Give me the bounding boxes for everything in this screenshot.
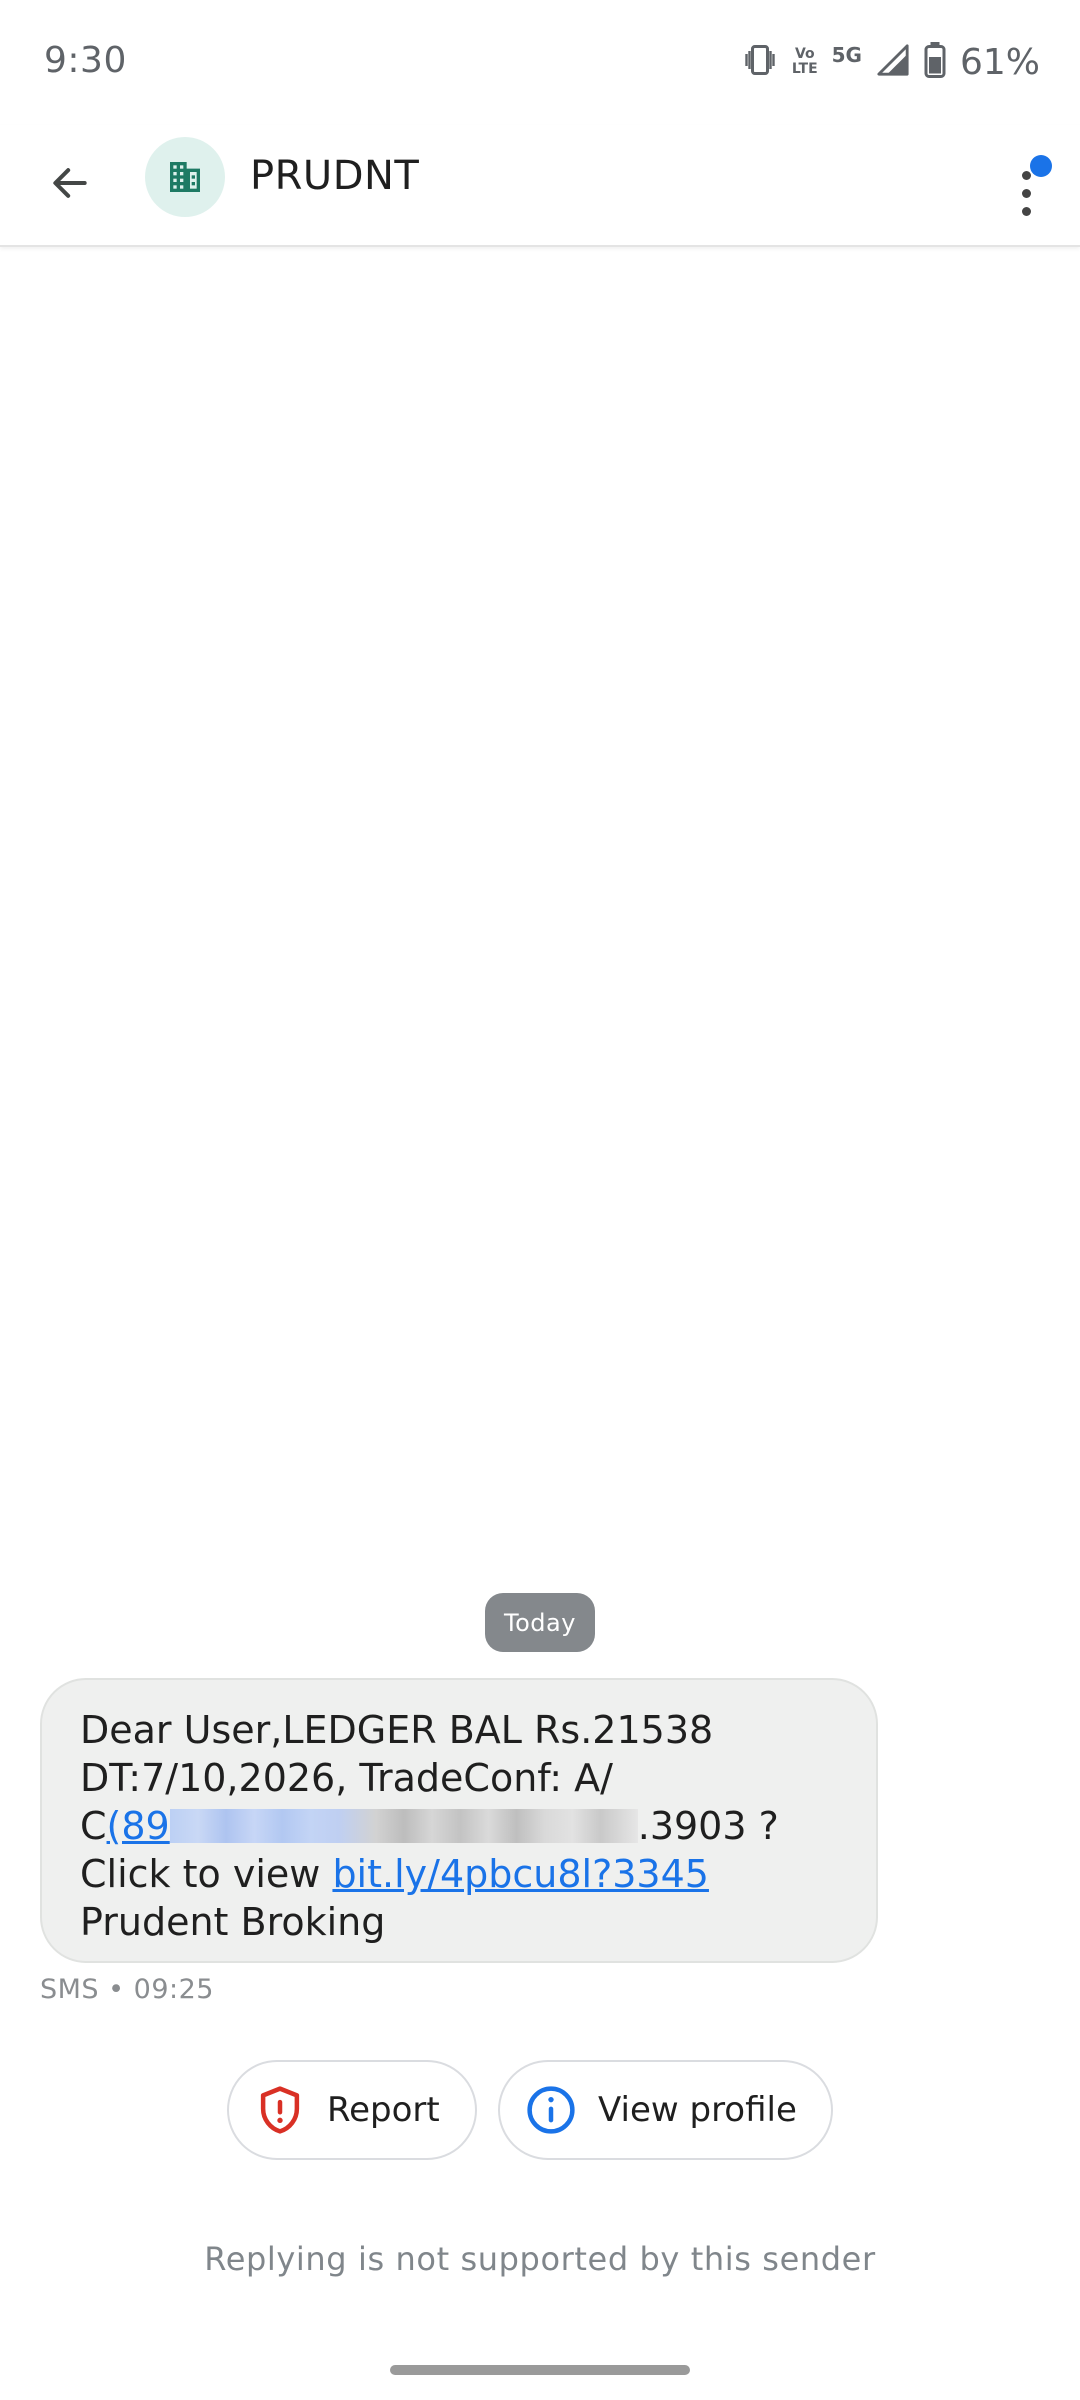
url-link[interactable]: bit.ly/4pbcu8l?3345 [332, 1852, 709, 1896]
business-building-icon [170, 162, 200, 192]
back-arrow-icon [53, 168, 87, 198]
signal-icon [876, 43, 910, 81]
battery-percent: 61% [959, 41, 1040, 83]
message-line: Prudent Broking [80, 1900, 386, 1944]
redacted-block [169, 1809, 638, 1843]
message-line: C(89 .3903 ? [80, 1802, 838, 1850]
status-icons: Vo LTE 5G 61% [742, 38, 1040, 86]
phone-link[interactable]: (89 [107, 1804, 170, 1848]
more-vert-icon-dot [1022, 189, 1031, 198]
app-bar: PRUDNT [0, 125, 1080, 247]
message-text: Click to view [80, 1852, 333, 1896]
sender-avatar[interactable] [145, 137, 225, 217]
vibrate-icon [742, 42, 778, 82]
message-text: C [80, 1804, 107, 1848]
date-chip: Today [485, 1593, 595, 1652]
shield-alert-icon [260, 2086, 300, 2134]
reply-not-supported-note: Replying is not supported by this sender [204, 2240, 876, 2278]
more-vert-icon-dot-bottom [1022, 207, 1031, 216]
volte-line1: Vo [794, 46, 815, 62]
message-line: Dear User,LEDGER BAL Rs.21538 [80, 1708, 714, 1752]
view-profile-button[interactable]: View profile [498, 2060, 833, 2160]
home-indicator[interactable] [390, 2365, 690, 2375]
back-button[interactable] [38, 151, 102, 215]
notification-dot [1030, 155, 1052, 177]
battery-icon [924, 42, 946, 82]
volte-line2: LTE [791, 61, 818, 77]
more-options-button[interactable] [996, 145, 1056, 225]
message-line: Click to view bit.ly/4pbcu8l?3345 [80, 1850, 838, 1898]
message-line: DT:7/10,2026, TradeConf: A/ [80, 1756, 613, 1800]
more-vert-icon [1022, 171, 1031, 180]
volte-icon: Vo LTE [792, 47, 818, 77]
status-bar: 9:30 Vo LTE 5G 61% [0, 0, 1080, 125]
sender-name[interactable]: PRUDNT [250, 153, 419, 199]
message-meta: SMS • 09:25 [40, 1974, 214, 2005]
view-profile-label: View profile [598, 2090, 797, 2130]
report-label: Report [327, 2090, 440, 2130]
status-time: 9:30 [44, 40, 127, 81]
message-text: .3903 ? [637, 1804, 779, 1848]
message-bubble[interactable]: Dear User,LEDGER BAL Rs.21538 DT:7/10,20… [40, 1678, 878, 1963]
report-button[interactable]: Report [227, 2060, 477, 2160]
network-type: 5G [831, 43, 862, 67]
info-icon [527, 2086, 575, 2134]
